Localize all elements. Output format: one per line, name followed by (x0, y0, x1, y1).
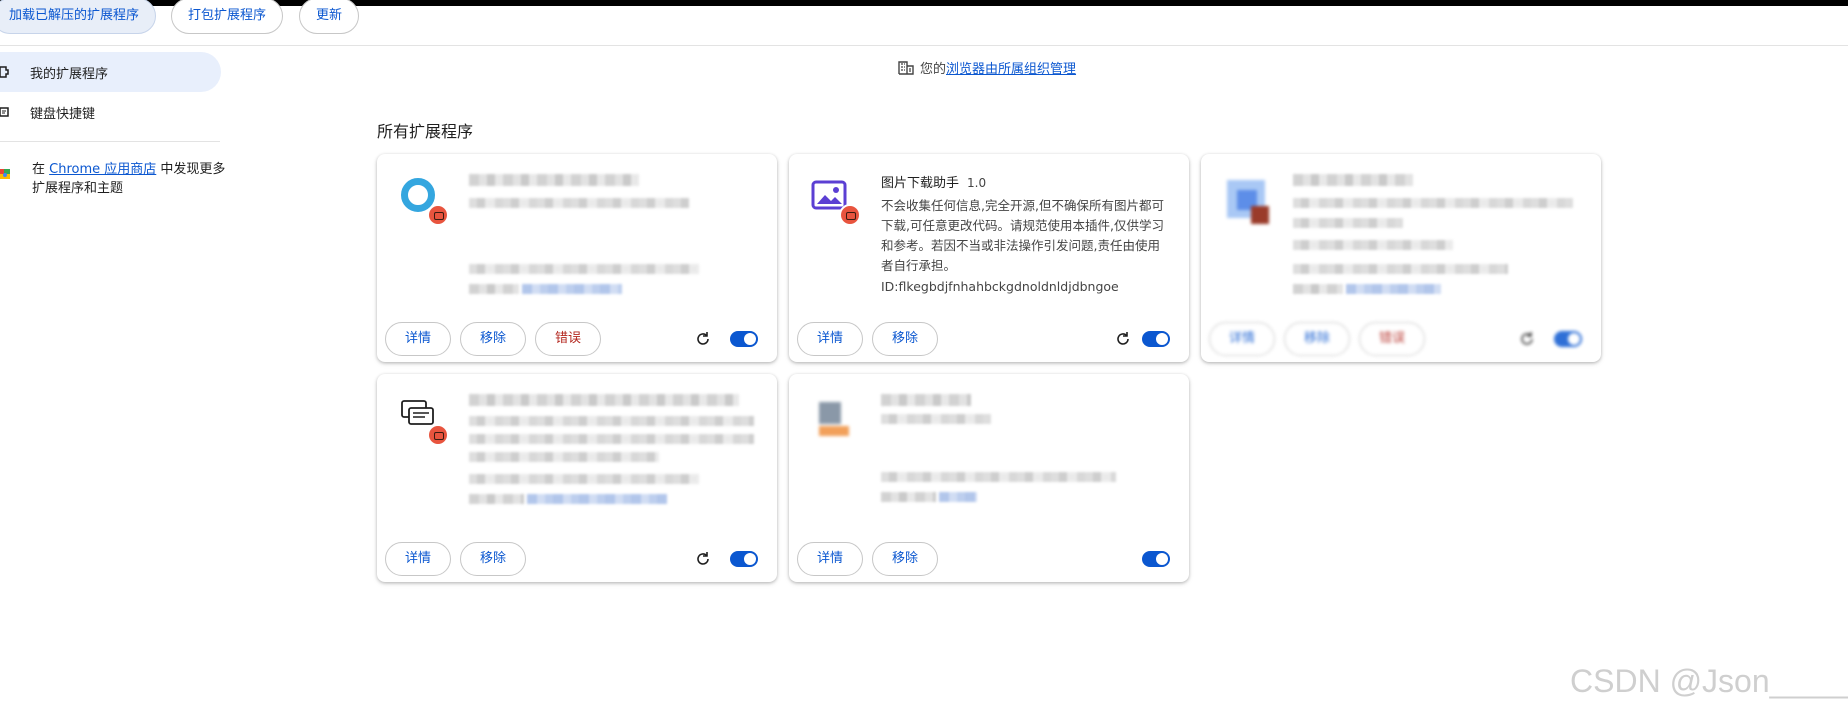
redacted-label (469, 284, 519, 294)
redacted-description (469, 416, 754, 426)
redacted-id (469, 474, 699, 484)
chrome-web-store-link[interactable]: Chrome 应用商店 (49, 162, 156, 177)
extension-icon (399, 176, 449, 226)
enable-toggle[interactable] (1142, 551, 1170, 567)
remove-button[interactable]: 移除 (1284, 322, 1350, 356)
extension-icon (811, 176, 861, 226)
managed-by-org-link[interactable]: 浏览器由所属组织管理 (946, 62, 1076, 77)
developer-toolbar: 加载已解压的扩展程序 打包扩展程序 更新 (0, 0, 1848, 46)
extension-card-image-downloader: 图片下载助手 1.0 不会收集任何信息,完全开源,但不确保所有图片都可下载,可任意… (789, 154, 1189, 362)
details-button[interactable]: 详情 (797, 542, 863, 576)
redacted-description (469, 452, 659, 462)
reload-icon[interactable] (694, 330, 712, 348)
enable-toggle[interactable] (1142, 331, 1170, 347)
update-button[interactable]: 更新 (299, 0, 360, 34)
developer-mode-badge-icon (427, 424, 449, 446)
redacted-name (469, 174, 639, 186)
extension-card: 详情 移除 (377, 374, 777, 582)
errors-button[interactable]: 错误 (1359, 322, 1425, 356)
chrome-web-store-icon (0, 169, 10, 179)
sidebar-item-keyboard-shortcuts[interactable]: 键盘快捷键 (0, 92, 221, 132)
extension-card: 详情 移除 错误 (377, 154, 777, 362)
redacted-description (1293, 218, 1403, 228)
enable-toggle[interactable] (1554, 331, 1582, 347)
building-icon (898, 60, 914, 75)
load-unpacked-button[interactable]: 加载已解压的扩展程序 (0, 0, 157, 34)
puzzle-icon (0, 66, 9, 78)
keyboard-icon (0, 107, 9, 117)
section-title: 所有扩展程序 (377, 122, 474, 141)
errors-button[interactable]: 错误 (535, 322, 601, 356)
redacted-id (1293, 264, 1508, 274)
remove-button[interactable]: 移除 (460, 542, 526, 576)
watermark: CSDN @Json_____ (1570, 663, 1848, 699)
redacted-name (881, 394, 971, 406)
web-store-promo: 在 Chrome 应用商店 中发现更多扩展程序和主题 (32, 162, 226, 196)
remove-button[interactable]: 移除 (872, 542, 938, 576)
remove-button[interactable]: 移除 (872, 322, 938, 356)
extension-name: 图片下载助手 1.0 (881, 176, 987, 191)
redacted-link (527, 494, 667, 504)
remove-button[interactable]: 移除 (460, 322, 526, 356)
extension-card: 详情 移除 (789, 374, 1189, 582)
sidebar-item-label: 键盘快捷键 (30, 106, 96, 122)
sidebar-item-my-extensions[interactable]: 我的扩展程序 (0, 52, 221, 92)
extension-icon (399, 396, 449, 446)
extension-version: 1.0 (967, 176, 987, 190)
developer-mode-badge-icon (427, 204, 449, 226)
pack-extension-button[interactable]: 打包扩展程序 (171, 0, 284, 34)
sidebar: 我的扩展程序 键盘快捷键 在 Chrome 应用商店 中发现更多扩展程序和主题 (0, 46, 230, 714)
redacted-description (1293, 198, 1573, 208)
redacted-id (469, 264, 699, 274)
redacted-label (1293, 284, 1343, 294)
redacted-name (1293, 174, 1413, 186)
redacted-description (469, 434, 754, 444)
redacted-link (939, 492, 977, 502)
reload-icon[interactable] (694, 550, 712, 568)
enable-toggle[interactable] (730, 551, 758, 567)
redacted-description (469, 198, 689, 208)
developer-mode-badge-icon (839, 204, 861, 226)
details-button[interactable]: 详情 (385, 322, 451, 356)
extension-icon (1223, 176, 1271, 224)
details-button[interactable]: 详情 (385, 542, 451, 576)
sidebar-item-label: 我的扩展程序 (30, 66, 109, 82)
redacted-description (881, 414, 991, 424)
managed-notice: 您的浏览器由所属组织管理 (898, 58, 1076, 77)
reload-icon[interactable] (1114, 330, 1132, 348)
sidebar-divider (0, 141, 220, 142)
extension-icon (811, 396, 859, 444)
extension-id: ID:flkegbdjfnhahbckgdnoldnldjdbngoe (881, 279, 1119, 294)
redacted-link (1346, 284, 1441, 294)
redacted-name (469, 394, 739, 406)
extension-card: 详情 移除 错误 (1201, 154, 1601, 362)
redacted-description (1293, 240, 1453, 250)
extension-description: 不会收集任何信息,完全开源,但不确保所有图片都可下载,可任意更改代码。请规范使用… (881, 198, 1164, 273)
reload-icon[interactable] (1518, 330, 1536, 348)
details-button[interactable]: 详情 (797, 322, 863, 356)
redacted-label (881, 492, 936, 502)
redacted-link (522, 284, 622, 294)
enable-toggle[interactable] (730, 331, 758, 347)
redacted-label (469, 494, 524, 504)
redacted-id (881, 472, 1116, 482)
details-button[interactable]: 详情 (1209, 322, 1275, 356)
